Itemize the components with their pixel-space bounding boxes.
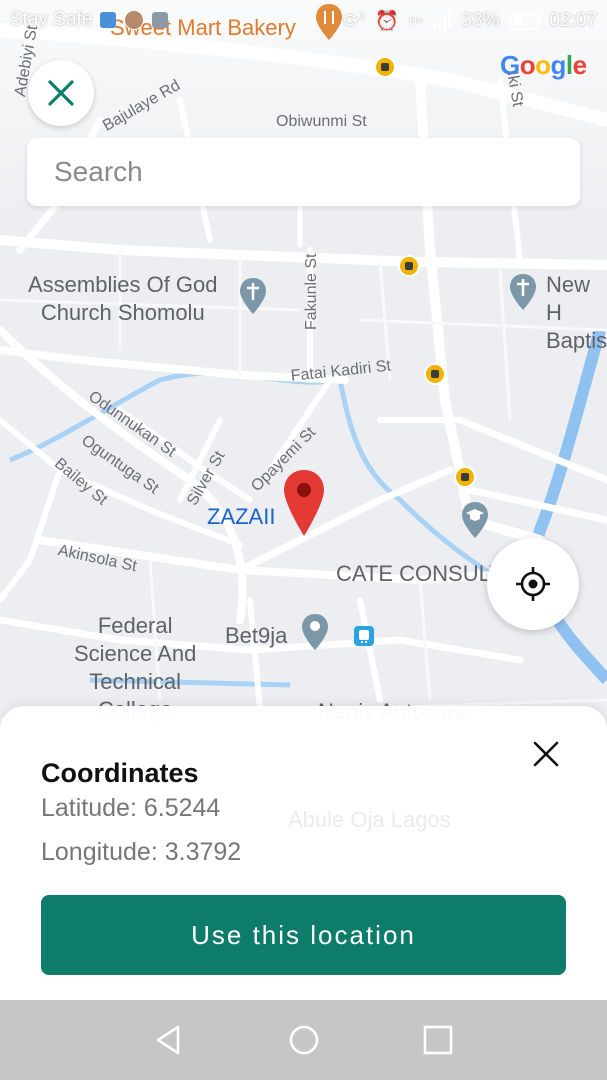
nav-recents-icon [423, 1025, 453, 1055]
coordinates-sheet: Coordinates Latitude: 6.5244 Longitude: … [0, 706, 607, 1000]
street-obiwunmi: Obiwunmi St [276, 113, 367, 130]
bus-stop-icon [424, 363, 446, 385]
close-icon [48, 80, 74, 106]
nav-home-button[interactable] [286, 1022, 322, 1058]
system-nav-bar [0, 1000, 607, 1080]
place-label-zazaii: ZAZAII [207, 504, 276, 529]
signal-icon [433, 13, 452, 29]
close-icon [533, 741, 559, 767]
my-location-button[interactable] [487, 538, 579, 630]
street-fakunle: Fakunle St [303, 253, 320, 330]
alarm-icon: ⏰ [375, 11, 400, 32]
transit-icon [354, 626, 374, 646]
network-type: H+ [409, 15, 424, 27]
sheet-title: Coordinates [41, 758, 199, 788]
search-bar[interactable] [27, 138, 580, 206]
close-map-button[interactable] [28, 60, 94, 126]
sync-icon: ⟳1 [343, 10, 366, 32]
bus-stop-icon [454, 466, 476, 488]
gallery-notification-icon [152, 12, 169, 28]
place-label-bet9ja: Bet9ja [225, 623, 288, 648]
clock: 02:07 [549, 10, 597, 31]
use-location-button[interactable]: Use this location [41, 895, 566, 975]
place-label-assemblies: Assemblies Of God Church Shomolu [28, 272, 218, 325]
church-pin-icon [238, 276, 268, 316]
bluetooth-notification-icon [100, 12, 117, 28]
carrier-text: Stay Safe [10, 9, 93, 30]
close-sheet-button[interactable] [528, 736, 564, 772]
battery-icon [509, 12, 543, 30]
place-label-new-h: New H Baptis [546, 272, 607, 353]
place-label-cate: CATE CONSULT [336, 561, 503, 586]
bus-stop-icon [374, 56, 396, 78]
search-input[interactable] [27, 138, 554, 206]
avatar [124, 10, 145, 30]
map-pin-icon[interactable] [282, 468, 326, 540]
place-pin-icon [300, 612, 330, 652]
battery-percent: 33% [461, 10, 500, 31]
nav-back-button[interactable] [152, 1022, 188, 1058]
school-pin-icon [460, 500, 490, 540]
status-bar: Stay Safe ⟳1 ⏰ H+ 33% 02:07 [0, 0, 607, 40]
sync-badge: 1 [359, 10, 366, 23]
crosshair-icon [516, 567, 550, 601]
nav-recents-button[interactable] [420, 1022, 456, 1058]
nav-home-icon [289, 1025, 319, 1055]
place-label-abule: Abule Oja Lagos [288, 807, 451, 832]
bus-stop-icon [398, 255, 420, 277]
latitude-value: Latitude: 6.5244 [41, 794, 221, 822]
google-attribution: Google [500, 50, 587, 80]
church-pin-icon [508, 272, 538, 312]
nav-back-icon [156, 1025, 180, 1055]
longitude-value: Longitude: 3.3792 [41, 838, 242, 866]
